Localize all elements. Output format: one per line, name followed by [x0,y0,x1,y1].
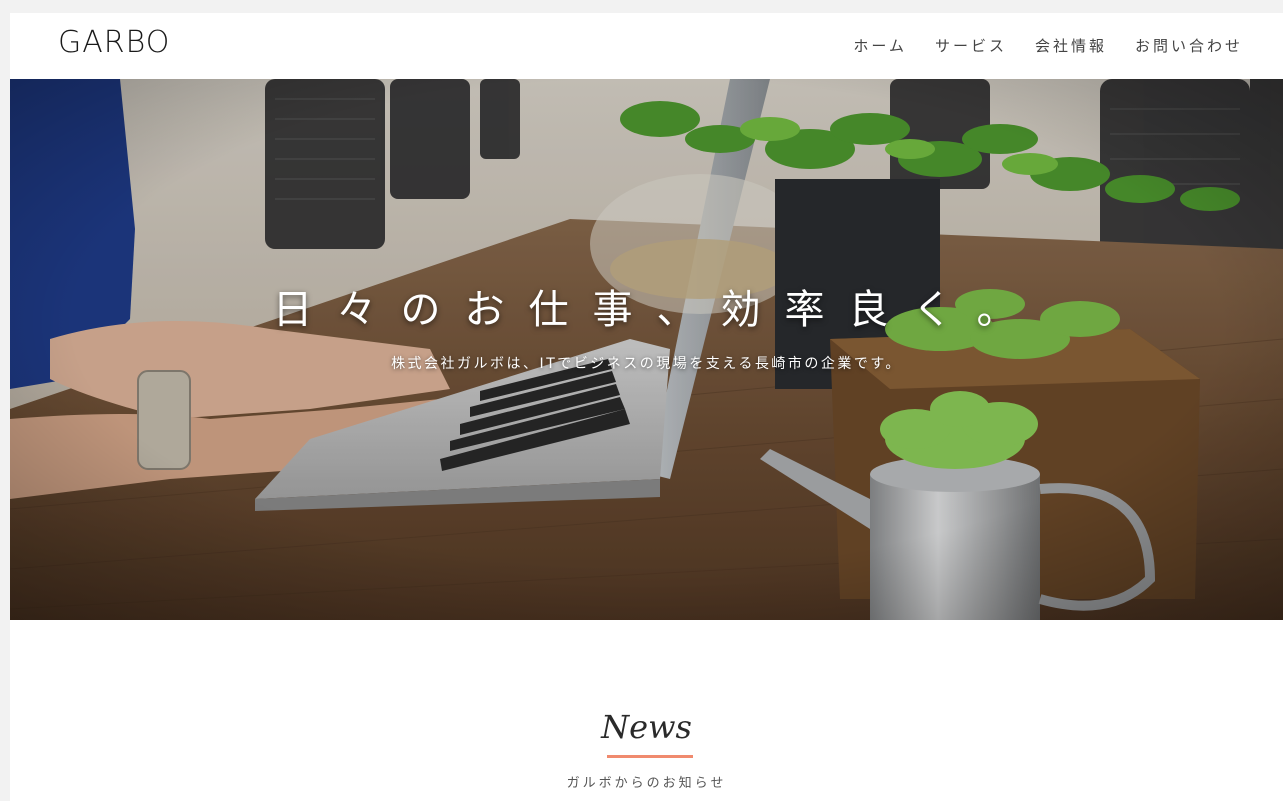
nav-home[interactable]: ホーム [853,35,907,56]
site-header: GARBO ホーム サービス 会社情報 お問い合わせ [10,13,1283,79]
news-subtitle: ガルボからのお知らせ [566,776,727,791]
nav-services[interactable]: サービス [935,35,1007,56]
nav-company[interactable]: 会社情報 [1035,35,1107,56]
site-logo[interactable]: GARBO [58,25,170,60]
hero-text: 日々のお仕事、効率良く。 株式会社ガルボは、ITでビジネスの現場を支える長崎市の… [10,79,1283,620]
logo-text: GARBO [58,25,171,60]
nav-contact[interactable]: お問い合わせ [1135,35,1243,56]
main-nav: ホーム サービス 会社情報 お問い合わせ [853,35,1243,56]
hero-section: 日々のお仕事、効率良く。 株式会社ガルボは、ITでビジネスの現場を支える長崎市の… [10,79,1283,620]
page: GARBO ホーム サービス 会社情報 お問い合わせ 日々のお仕事、効率良く。 … [10,13,1283,801]
news-title: News [601,708,692,746]
hero-headline: 日々のお仕事、効率良く。 [272,287,1041,333]
news-title-underline [607,755,693,758]
news-section: News ガルボからのお知らせ [10,620,1283,801]
hero-subline: 株式会社ガルボは、ITでビジネスの現場を支える長崎市の企業です。 [391,356,902,372]
